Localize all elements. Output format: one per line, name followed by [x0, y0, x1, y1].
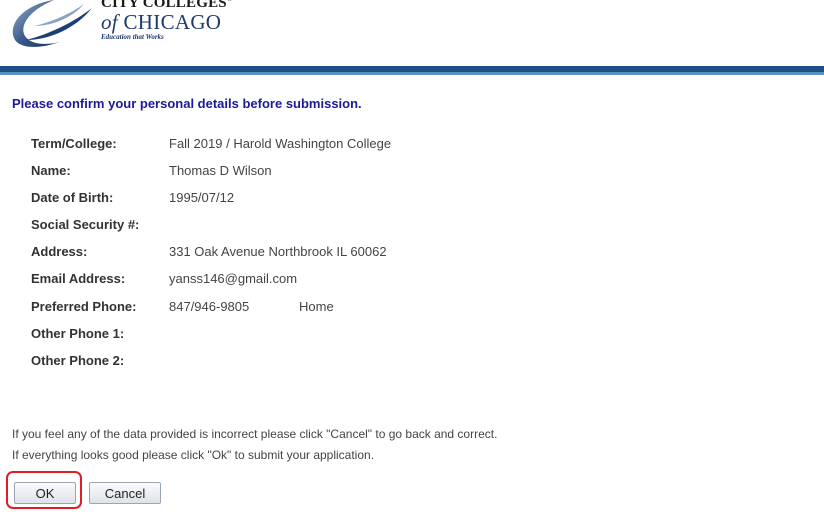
city-colleges-logo-icon — [12, 0, 92, 47]
detail-label: Term/College: — [31, 136, 117, 151]
detail-label: Email Address: — [31, 271, 126, 287]
logo-wordmark: CITY COLLEGES® of CHICAGO Education that… — [101, 0, 232, 41]
detail-value: Thomas D Wilson — [169, 163, 272, 179]
detail-label: Address: — [31, 244, 88, 260]
detail-value: yanss146@gmail.com — [169, 271, 298, 287]
header-bar-accent — [0, 72, 824, 75]
detail-value: 1995/07/12 — [169, 190, 235, 206]
logo-subtitle: of CHICAGO — [101, 10, 222, 34]
page-heading: Please confirm your personal details bef… — [12, 96, 362, 111]
phone-type: Home — [299, 298, 334, 314]
detail-label: Other Phone 2: — [31, 352, 125, 368]
cancel-button[interactable]: Cancel — [89, 482, 161, 504]
instruction-ok: If everything looks good please click "O… — [12, 448, 375, 462]
detail-value: 331 Oak Avenue Northbrook IL 60062 — [169, 244, 387, 260]
detail-label: Date of Birth: — [31, 190, 114, 206]
logo-tagline: Education that Works — [101, 33, 164, 41]
detail-value: Fall 2019 / Harold Washington College — [169, 136, 392, 151]
ok-button[interactable]: OK — [14, 482, 76, 504]
site-header: CITY COLLEGES® of CHICAGO Education that… — [0, 0, 824, 66]
detail-value: 847/946-9805 — [169, 298, 250, 314]
instruction-cancel: If you feel any of the data provided is … — [12, 427, 498, 441]
detail-label: Other Phone 1: — [31, 325, 125, 341]
detail-label: Preferred Phone: — [31, 298, 137, 314]
detail-label: Social Security #: — [31, 217, 140, 233]
detail-label: Name: — [31, 163, 71, 179]
